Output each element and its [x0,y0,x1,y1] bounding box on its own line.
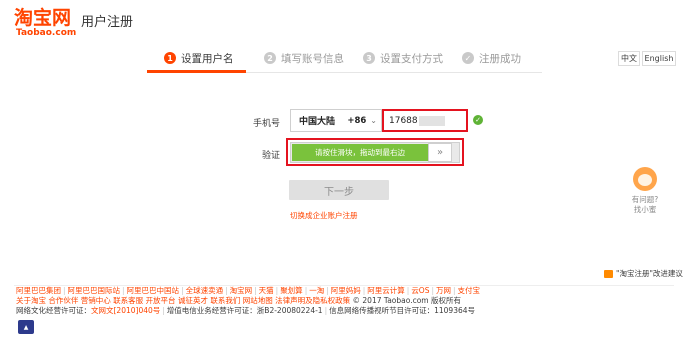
check-icon: ✓ [473,115,483,125]
steps-active-indicator [147,70,246,73]
country-name: 中国大陆 [299,117,336,127]
page-title: 用户注册 [81,15,134,30]
help-line1: 有问题? [631,195,659,204]
lang-en-button[interactable]: English [642,51,676,66]
verify-label: 验证 [261,151,280,161]
footer-link[interactable]: 天猫 [259,286,274,295]
step-set-username: 1 设置用户名 [164,50,234,66]
phone-value: 17688 [389,115,418,126]
step-success: ✓ 注册成功 [462,50,521,66]
step-label: 填写账号信息 [281,52,344,65]
feedback-link[interactable]: "淘宝注册"改进建议 [604,268,683,279]
step-number-icon: 1 [164,52,176,64]
chevron-down-icon: ⌄ [370,116,377,125]
footer-link[interactable]: 联系我们 [210,296,240,305]
footer-link[interactable]: 支付宝 [458,286,481,295]
help-line2: 找小蜜 [633,205,657,214]
footer-link[interactable]: 阿里妈妈 [331,286,361,295]
slider-handle[interactable]: » [428,143,452,162]
lang-zh-button[interactable]: 中文 [618,51,640,66]
step-label: 设置用户名 [181,52,234,65]
footer-link[interactable]: 营销中心 [81,296,111,305]
help-widget[interactable]: 有问题? 找小蜜 [628,167,662,215]
footer-link[interactable]: 万网 [436,286,451,295]
phone-input[interactable]: 17688 [382,109,468,132]
copyright: © 2017 Taobao.com 版权所有 [352,296,461,305]
license-label: 网络文化经营许可证： [16,306,91,315]
footer-license-row: 网络文化经营许可证：文网文[2010]040号 | 增值电信业务经营许可证：浙B2-… [16,306,476,315]
blurred-digits [418,115,445,126]
footer-links-row1: 阿里巴巴集团 | 阿里巴巴国际站 | 阿里巴巴中国站 | 全球速卖通 | 淘宝网 | 天猫 | 聚划算 |… [16,286,481,295]
assistant-avatar-icon [633,167,657,191]
telecom-license: 增值电信业务经营许可证：浙B2-20080224-1 [166,306,323,315]
country-code: +86 [347,115,367,126]
phone-label: 手机号 [252,119,280,129]
footer-links-row2: 关于淘宝 合作伙伴 营销中心 联系客服 开放平台 诚征英才 联系我们 网站地图 … [16,296,461,306]
footer-link[interactable]: 阿里巴巴集团 [16,286,61,295]
slider-progress: 请按住滑块，拖动到最右边 [292,144,428,161]
footer-link[interactable]: 一淘 [309,286,324,295]
enterprise-register-link[interactable]: 切换成企业账户注册 [290,210,358,221]
step-check-icon: ✓ [462,52,474,64]
footer-link[interactable]: 阿里巴巴国际站 [68,286,121,295]
footer-link[interactable]: 合作伙伴 [48,296,78,305]
footer-link[interactable]: 网站地图 [243,296,273,305]
step-set-payment: 3 设置支付方式 [363,50,443,66]
av-license: 信息网络传播视听节目许可证：1109364号 [329,306,476,315]
footer-link[interactable]: 开放平台 [146,296,176,305]
step-number-icon: 2 [264,52,276,64]
taobao-logo-en[interactable]: Taobao.com [16,28,76,38]
license-link[interactable]: 文网文[2010]040号 [91,306,160,315]
footer-link[interactable]: 诚征英才 [178,296,208,305]
country-select[interactable]: 中国大陆 +86 ⌄ [290,109,382,132]
footer-link[interactable]: 淘宝网 [230,286,253,295]
footer-link[interactable]: 联系客服 [113,296,143,305]
footer-link[interactable]: 关于淘宝 [16,296,46,305]
footer-link[interactable]: 全球速卖通 [186,286,224,295]
step-number-icon: 3 [363,52,375,64]
feedback-text: "淘宝注册"改进建议 [616,269,683,278]
footer-link[interactable]: 聚划算 [280,286,303,295]
police-badge-icon[interactable]: ▲ [18,320,34,334]
feedback-icon [604,269,613,278]
step-fill-account: 2 填写账号信息 [264,50,344,66]
step-label: 设置支付方式 [380,52,443,65]
footer-link[interactable]: 阿里巴巴中国站 [127,286,180,295]
step-label: 注册成功 [479,52,521,65]
footer-link[interactable]: 法律声明及隐私权政策 [275,296,350,305]
next-step-button[interactable]: 下一步 [289,180,389,200]
footer-link[interactable]: 阿里云计算 [367,286,405,295]
footer-link[interactable]: 云OS [411,286,429,295]
taobao-logo[interactable]: 淘宝网 [14,8,71,28]
